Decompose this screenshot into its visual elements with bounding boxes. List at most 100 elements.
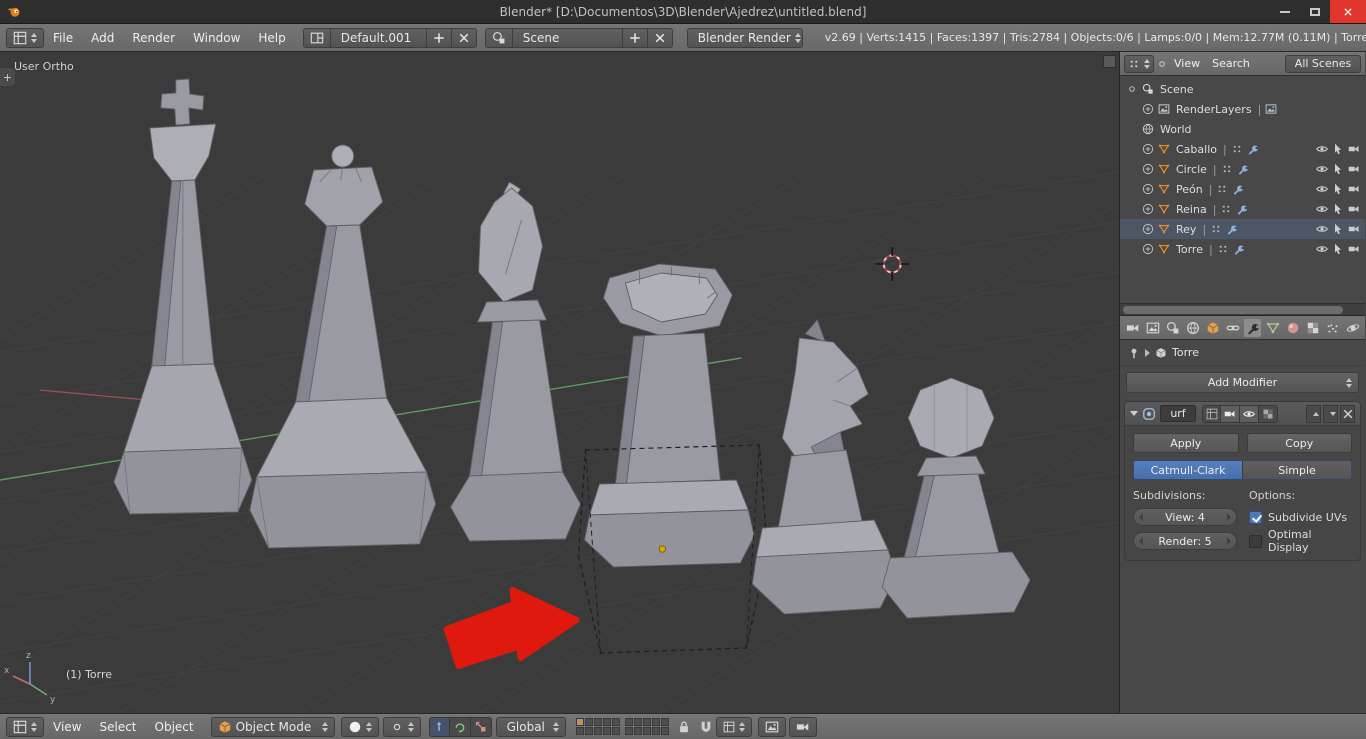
visibility-eye-icon[interactable]: [1316, 203, 1328, 215]
outliner-row-object[interactable]: Caballo |: [1120, 139, 1365, 159]
toggle-show-render[interactable]: [1221, 404, 1240, 423]
collapse-icon[interactable]: [1126, 83, 1138, 95]
snap-magnet-icon[interactable]: [699, 720, 713, 734]
renderability-camera-icon[interactable]: [1348, 183, 1360, 195]
menu-add[interactable]: Add: [82, 31, 123, 45]
tab-constraints[interactable]: [1224, 319, 1241, 337]
renderability-camera-icon[interactable]: [1348, 243, 1360, 255]
selectability-pointer-icon[interactable]: [1332, 183, 1344, 195]
3d-cursor[interactable]: [875, 247, 910, 281]
chess-piece-pawn[interactable]: [881, 377, 1031, 619]
chess-piece-king[interactable]: [113, 78, 253, 515]
scene-add-button[interactable]: [622, 27, 648, 48]
selectability-pointer-icon[interactable]: [1332, 203, 1344, 215]
scene-browse-button[interactable]: [484, 27, 513, 48]
region-split-handle[interactable]: [1103, 55, 1116, 68]
add-modifier-button[interactable]: Add Modifier: [1126, 372, 1359, 393]
screen-layout-name-field[interactable]: Default.001: [330, 27, 427, 48]
tab-object-data[interactable]: [1264, 319, 1281, 337]
layer-cell[interactable]: [611, 718, 620, 726]
increment-arrow-icon[interactable]: [1227, 513, 1231, 521]
display-mode-icon[interactable]: [1156, 58, 1168, 70]
visibility-eye-icon[interactable]: [1316, 243, 1328, 255]
layer-cell[interactable]: [633, 727, 642, 735]
renderability-camera-icon[interactable]: [1348, 203, 1360, 215]
modifier-name-field[interactable]: urf: [1160, 405, 1196, 422]
tab-scene[interactable]: [1164, 319, 1181, 337]
renderability-camera-icon[interactable]: [1348, 223, 1360, 235]
renderability-camera-icon[interactable]: [1348, 143, 1360, 155]
expand-icon[interactable]: [1142, 143, 1154, 155]
render-image-button[interactable]: [757, 716, 786, 737]
scrollbar-thumb[interactable]: [1123, 306, 1343, 314]
layer-cell[interactable]: [651, 727, 660, 735]
close-button[interactable]: [1330, 0, 1366, 23]
selectability-pointer-icon[interactable]: [1332, 143, 1344, 155]
increment-arrow-icon[interactable]: [1227, 537, 1231, 545]
layer-cell[interactable]: [593, 727, 602, 735]
expand-icon[interactable]: [1142, 103, 1154, 115]
screen-layout-add-button[interactable]: [426, 27, 452, 48]
menu-object[interactable]: Object: [146, 720, 203, 734]
tab-texture[interactable]: [1304, 319, 1321, 337]
outliner-scope-select[interactable]: All Scenes: [1285, 54, 1361, 73]
viewport-shading-select[interactable]: [340, 716, 379, 737]
screen-layout-browse-button[interactable]: [302, 27, 331, 48]
expand-icon[interactable]: [1142, 223, 1154, 235]
layer-cell[interactable]: [602, 718, 611, 726]
maximize-button[interactable]: [1300, 0, 1330, 23]
layer-cell[interactable]: [642, 727, 651, 735]
outliner-row-object[interactable]: Torre |: [1120, 239, 1365, 259]
layer-cell[interactable]: [624, 727, 633, 735]
menu-select[interactable]: Select: [90, 720, 145, 734]
menu-file[interactable]: File: [44, 31, 82, 45]
render-subdivisions-field[interactable]: Render: 5: [1133, 532, 1237, 550]
lock-to-scene-icon[interactable]: [677, 720, 691, 734]
editor-type-button[interactable]: [6, 27, 44, 48]
selectability-pointer-icon[interactable]: [1332, 243, 1344, 255]
manipulator-translate-toggle[interactable]: [428, 716, 450, 737]
delete-modifier-button[interactable]: [1340, 404, 1355, 423]
subdivide-uvs-label[interactable]: Subdivide UVs: [1268, 511, 1347, 524]
expand-icon[interactable]: [1142, 203, 1154, 215]
collapse-triangle-icon[interactable]: [1130, 411, 1138, 416]
expand-icon[interactable]: [1142, 163, 1154, 175]
outliner-hscrollbar[interactable]: [1120, 303, 1365, 315]
visibility-eye-icon[interactable]: [1316, 183, 1328, 195]
expand-icon[interactable]: [1142, 243, 1154, 255]
tab-world[interactable]: [1184, 319, 1201, 337]
tab-object[interactable]: [1204, 319, 1221, 337]
outliner-row-object-selected[interactable]: Rey |: [1120, 219, 1365, 239]
toolbar-expand-handle[interactable]: +: [0, 68, 15, 86]
manipulator-scale-toggle[interactable]: [470, 716, 492, 737]
view-subdivisions-field[interactable]: View: 4: [1133, 508, 1237, 526]
render-animation-button[interactable]: [788, 716, 817, 737]
tab-render[interactable]: [1124, 319, 1141, 337]
visibility-eye-icon[interactable]: [1316, 223, 1328, 235]
manipulator-rotate-toggle[interactable]: [449, 716, 471, 737]
screen-layout-delete-button[interactable]: [451, 27, 477, 48]
outliner-row-object[interactable]: Circle |: [1120, 159, 1365, 179]
tab-render-layers[interactable]: [1144, 319, 1161, 337]
apply-button[interactable]: Apply: [1133, 433, 1239, 453]
menu-render[interactable]: Render: [123, 31, 184, 45]
subdivide-uvs-checkbox[interactable]: [1249, 510, 1262, 524]
tab-particles[interactable]: [1324, 319, 1341, 337]
layer-cell[interactable]: [575, 718, 584, 726]
tab-material[interactable]: [1284, 319, 1301, 337]
move-modifier-up-button[interactable]: [1306, 404, 1321, 423]
snap-element-select[interactable]: [715, 716, 752, 737]
optimal-display-label[interactable]: Optimal Display: [1268, 528, 1352, 554]
outliner-editor-type-button[interactable]: [1124, 54, 1154, 73]
viewport-editor-type-button[interactable]: [6, 716, 44, 737]
visibility-eye-icon[interactable]: [1316, 163, 1328, 175]
optimal-display-checkbox[interactable]: [1249, 534, 1262, 548]
outliner-menu-view[interactable]: View: [1168, 57, 1206, 70]
layer-cell[interactable]: [642, 718, 651, 726]
catmull-clark-option[interactable]: Catmull-Clark: [1134, 461, 1242, 479]
scene-name-field[interactable]: Scene: [512, 27, 623, 48]
toggle-show-editmode[interactable]: [1259, 404, 1278, 423]
layer-cell[interactable]: [584, 718, 593, 726]
outliner-row-object[interactable]: Reina |: [1120, 199, 1365, 219]
layer-cell[interactable]: [624, 718, 633, 726]
